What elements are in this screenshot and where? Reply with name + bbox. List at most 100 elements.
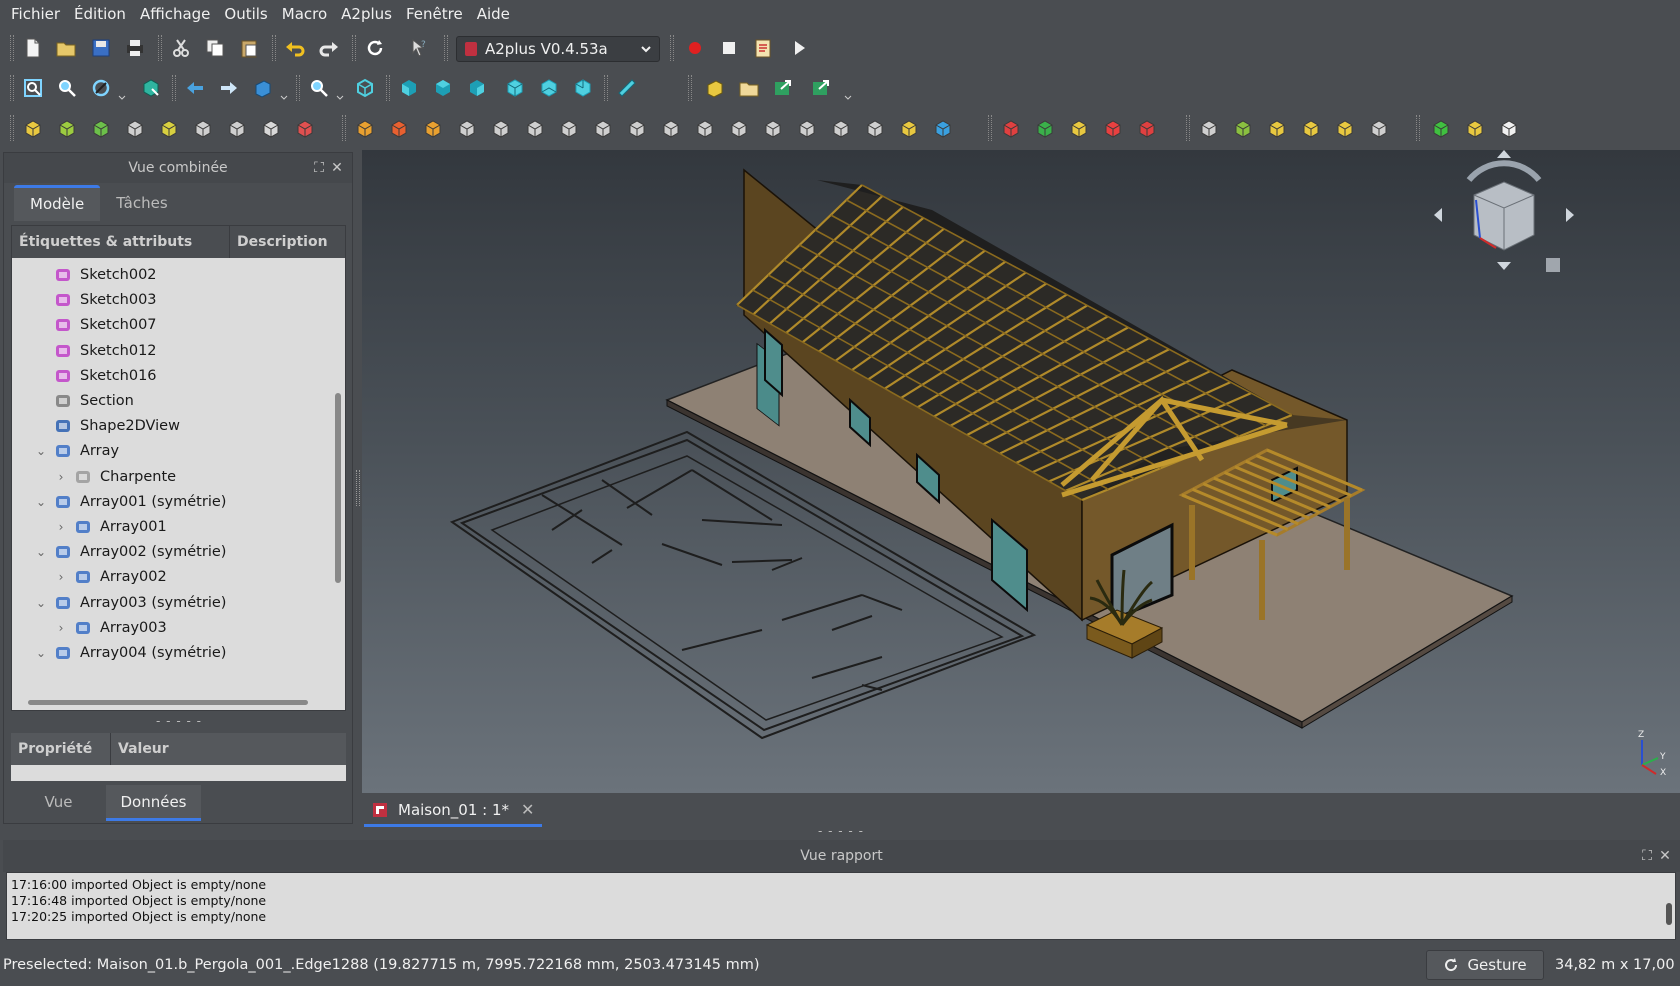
scrollbar-thumb[interactable] xyxy=(28,700,308,705)
menu-affichage[interactable]: Affichage xyxy=(133,0,217,28)
chevron-right-icon[interactable]: › xyxy=(54,570,68,584)
tree-vertical-scrollbar[interactable] xyxy=(333,258,343,698)
tree-item[interactable]: Sketch003 xyxy=(34,287,157,313)
run-macro-icon[interactable] xyxy=(786,35,812,61)
navigation-style-button[interactable]: Gesture xyxy=(1426,950,1544,980)
tree-item[interactable]: ⌄ Array xyxy=(34,438,119,464)
toolbar-grip[interactable] xyxy=(386,75,390,101)
workbench-selector[interactable]: A2plus V0.4.53a xyxy=(456,36,660,62)
chevron-down-icon[interactable]: ⌄ xyxy=(34,545,48,559)
partial-processing-icon[interactable] xyxy=(930,115,956,141)
tree-item[interactable]: Sketch002 xyxy=(34,262,157,288)
chevron-right-icon[interactable]: › xyxy=(54,520,68,534)
a2p-unfix-icon[interactable] xyxy=(224,115,250,141)
toolbar-grip[interactable] xyxy=(670,35,674,61)
forward-icon[interactable] xyxy=(216,75,242,101)
a2p-convert-icon[interactable] xyxy=(122,115,148,141)
toolbar-grip[interactable] xyxy=(604,75,608,101)
paste-icon[interactable] xyxy=(236,35,262,61)
copy-icon[interactable] xyxy=(202,35,228,61)
point-on-line-icon[interactable] xyxy=(386,115,412,141)
angle-constraint-icon[interactable] xyxy=(862,115,888,141)
menu-edition[interactable]: Édition xyxy=(67,0,133,28)
scrollbar-thumb[interactable] xyxy=(335,393,341,583)
tree-item[interactable]: Sketch007 xyxy=(34,312,157,338)
group-icon[interactable] xyxy=(736,75,762,101)
toolbar-grip[interactable] xyxy=(10,75,14,101)
refresh-icon[interactable] xyxy=(362,35,388,61)
panel-splitter[interactable]: - - - - - xyxy=(4,714,354,728)
close-icon[interactable]: ✕ xyxy=(521,800,534,819)
tree-item[interactable]: Shape2DView xyxy=(34,413,180,439)
auto-solve-icon[interactable] xyxy=(998,115,1024,141)
tree-item[interactable]: ⌄ Array004 (symétrie) xyxy=(34,640,226,666)
redo-icon[interactable] xyxy=(316,35,342,61)
menu-fenetre[interactable]: Fenêtre xyxy=(399,0,470,28)
a2p-move-icon[interactable] xyxy=(156,115,182,141)
a2p-fix-icon[interactable] xyxy=(190,115,216,141)
highlight-icon[interactable] xyxy=(1332,115,1358,141)
edit-macro-icon[interactable] xyxy=(750,35,776,61)
menu-a2plus[interactable]: A2plus xyxy=(334,0,399,28)
toggle-transparency-icon[interactable] xyxy=(1366,115,1392,141)
chevron-right-icon[interactable]: › xyxy=(54,621,68,635)
flip-constraint-icon[interactable] xyxy=(1032,115,1058,141)
a2p-duplicate-icon[interactable] xyxy=(88,115,114,141)
toolbar-grip[interactable] xyxy=(10,35,14,61)
plane-coincident-icon[interactable] xyxy=(828,115,854,141)
tree-item[interactable]: Section xyxy=(34,388,134,414)
tree-item[interactable]: ⌄ Array002 (symétrie) xyxy=(34,539,226,565)
document-tab[interactable]: Maison_01 : 1* ✕ xyxy=(364,795,543,827)
zoom-icon[interactable] xyxy=(306,75,332,101)
label-icon[interactable] xyxy=(1298,115,1324,141)
toolbar-grip[interactable] xyxy=(172,75,176,101)
tree-header-labels[interactable]: Étiquettes & attributs xyxy=(12,226,230,258)
report-scrollbar[interactable] xyxy=(1666,903,1672,925)
property-header-property[interactable]: Propriété xyxy=(11,733,111,765)
axis-coincident-icon[interactable] xyxy=(624,115,650,141)
bounding-box-icon[interactable] xyxy=(138,75,164,101)
isometric-icon[interactable] xyxy=(352,75,378,101)
chevron-down-icon[interactable] xyxy=(118,95,126,101)
search-icon[interactable] xyxy=(1196,115,1222,141)
a2p-import-icon[interactable] xyxy=(20,115,46,141)
tree-item[interactable]: › Array002 xyxy=(54,564,167,590)
float-icon[interactable]: ⛶ xyxy=(1640,849,1654,863)
toolbar-grip[interactable] xyxy=(1186,115,1190,141)
whats-this-icon[interactable]: ? xyxy=(406,35,432,61)
print-icon[interactable] xyxy=(122,35,148,61)
chevron-down-icon[interactable] xyxy=(844,95,852,101)
chevron-down-icon[interactable] xyxy=(336,95,344,101)
toolbar-grip[interactable] xyxy=(988,115,992,141)
toolbar-grip[interactable] xyxy=(688,75,692,101)
toolbar-grip[interactable] xyxy=(342,115,346,141)
menu-aide[interactable]: Aide xyxy=(470,0,517,28)
planes-parallel-icon[interactable] xyxy=(794,115,820,141)
chevron-down-icon[interactable]: ⌄ xyxy=(34,444,48,458)
open-icon[interactable] xyxy=(53,35,79,61)
chevron-right-icon[interactable]: › xyxy=(54,470,68,484)
a2p-lock-icon[interactable] xyxy=(258,115,284,141)
tree-item[interactable]: Sketch012 xyxy=(34,338,157,364)
rear-view-icon[interactable] xyxy=(502,75,528,101)
convert-part-icon[interactable] xyxy=(1230,115,1256,141)
navigation-cube[interactable] xyxy=(1434,150,1574,280)
axis-plane-normal-icon[interactable] xyxy=(726,115,752,141)
delete-constraint-icon[interactable] xyxy=(454,115,480,141)
parts-list-icon[interactable] xyxy=(1496,115,1522,141)
tree-item[interactable]: › Array003 xyxy=(54,615,167,641)
chevron-down-icon[interactable]: ⌄ xyxy=(34,596,48,610)
close-icon[interactable]: ✕ xyxy=(1658,849,1672,863)
tree-item[interactable]: › Charpente xyxy=(54,464,177,490)
angled-planes-icon[interactable] xyxy=(590,115,616,141)
view-splitter-handle[interactable] xyxy=(356,470,360,506)
toolbar-grip[interactable] xyxy=(272,35,276,61)
fit-selection-icon[interactable] xyxy=(54,75,80,101)
toolbar-grip[interactable] xyxy=(10,115,14,141)
link-actions-icon[interactable] xyxy=(808,75,834,101)
plane-constraint-icon[interactable] xyxy=(556,115,582,141)
close-icon[interactable]: ✕ xyxy=(330,161,344,175)
tree-view-icon[interactable] xyxy=(1066,115,1092,141)
toolbar-grip[interactable] xyxy=(352,35,356,61)
new-document-icon[interactable] xyxy=(20,35,46,61)
